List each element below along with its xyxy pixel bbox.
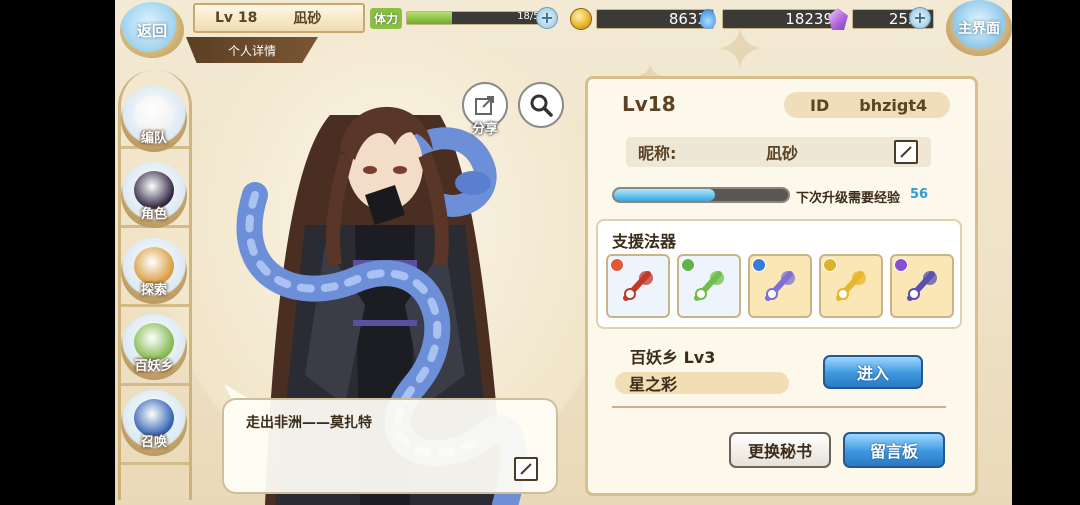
home-label: 主界面 — [958, 21, 1000, 37]
nickname-label: 昵称: — [638, 144, 677, 163]
nickname-value: 凪砂 — [766, 144, 799, 163]
blue-flame-icon — [700, 9, 716, 29]
element-badge-icon — [894, 258, 908, 272]
exp-value: 56 — [910, 187, 929, 202]
spirit-counter: 18239 — [700, 7, 840, 31]
element-badge-icon — [752, 258, 766, 272]
home-button[interactable]: 主界面 — [946, 0, 1012, 56]
stamina-bar-fill — [407, 12, 453, 24]
nav-summon-button[interactable]: 召唤 — [121, 390, 187, 456]
support-artifact-slot[interactable] — [606, 254, 670, 318]
blue-orb-artifact-icon — [765, 271, 795, 301]
enter-village-label: 进入 — [856, 364, 889, 383]
gold-counter: 8633 — [570, 7, 714, 31]
nickname-row: 昵称: 凪砂 — [626, 137, 931, 167]
signature-quote: 走出非洲——莫扎特 — [246, 415, 372, 431]
signature-speech-bubble: 走出非洲——莫扎特 — [222, 398, 558, 494]
red-ribbon-artifact-icon — [623, 271, 653, 301]
element-badge-icon — [610, 258, 624, 272]
tab-personal-details-label: 个人详情 — [227, 43, 276, 58]
enter-village-button[interactable]: 进入 — [823, 355, 923, 389]
green-leaf-artifact-icon — [694, 271, 724, 301]
exp-progress-fill — [614, 189, 715, 201]
message-board-button[interactable]: 留言板 — [843, 432, 945, 468]
nav-character-label: 角色 — [140, 207, 167, 222]
share-label: 分享 — [471, 122, 498, 137]
support-artifact-slot[interactable] — [819, 254, 883, 318]
message-board-label: 留言板 — [869, 442, 918, 461]
back-button[interactable]: 返回 — [120, 2, 184, 58]
tab-personal-details: 个人详情 — [186, 37, 318, 63]
nav-explore-label: 探索 — [140, 283, 167, 298]
profile-level: Lv18 — [622, 92, 676, 116]
panel-divider — [612, 406, 946, 408]
player-name: 凪砂 — [293, 11, 322, 27]
purple-blade-artifact-icon — [907, 271, 937, 301]
id-label: ID — [810, 95, 830, 115]
support-artifacts-title: 支援法器 — [612, 232, 677, 251]
nav-team-label: 编队 — [140, 131, 167, 146]
village-name: 星之彩 — [615, 372, 789, 394]
support-artifact-slot[interactable] — [890, 254, 954, 318]
spirit-value: 18239 — [722, 9, 840, 29]
gem-icon — [828, 8, 848, 30]
exp-label: 下次升级需要经验 — [796, 191, 901, 206]
stamina-meter: 体力 18/57 — [370, 6, 558, 30]
stamina-label: 体力 — [370, 7, 403, 29]
id-value: bhzigt4 — [859, 95, 928, 115]
back-label: 返回 — [136, 21, 167, 40]
gold-sword-artifact-icon — [836, 271, 866, 301]
nav-team-button[interactable]: 编队 — [121, 86, 187, 152]
pencil-icon — [900, 146, 912, 158]
edit-signature-button[interactable] — [514, 457, 538, 481]
nav-character-button[interactable]: 角色 — [121, 162, 187, 228]
village-level-text: 百妖乡 Lv3 — [630, 348, 716, 367]
player-id-pill: ID bhzigt4 — [784, 92, 950, 118]
element-badge-icon — [823, 258, 837, 272]
change-secretary-button[interactable]: 更换秘书 — [729, 432, 831, 468]
nav-summon-label: 召唤 — [140, 435, 167, 450]
change-secretary-label: 更换秘书 — [747, 442, 812, 461]
support-artifact-slot[interactable] — [677, 254, 741, 318]
edit-nickname-button[interactable] — [894, 140, 918, 164]
gold-coin-icon — [570, 8, 592, 30]
share-icon — [475, 96, 494, 115]
support-artifact-slot[interactable] — [748, 254, 812, 318]
pencil-icon — [520, 463, 532, 475]
nav-explore-button[interactable]: 探索 — [121, 238, 187, 304]
nav-village-label: 百妖乡 — [134, 359, 174, 374]
add-gems-button[interactable]: + — [909, 7, 931, 29]
zoom-search-button[interactable] — [518, 82, 564, 128]
nav-village-button[interactable]: 百妖乡 — [121, 314, 187, 380]
gold-value: 8633 — [596, 9, 714, 29]
player-tag: Lv 18 凪砂 — [193, 3, 365, 33]
player-level: Lv 18 — [215, 10, 258, 26]
add-stamina-button[interactable]: + — [536, 7, 558, 29]
element-badge-icon — [681, 258, 695, 272]
stamina-bar: 18/57 — [406, 11, 552, 25]
exp-progress-bar — [612, 187, 790, 203]
search-icon — [530, 94, 553, 117]
